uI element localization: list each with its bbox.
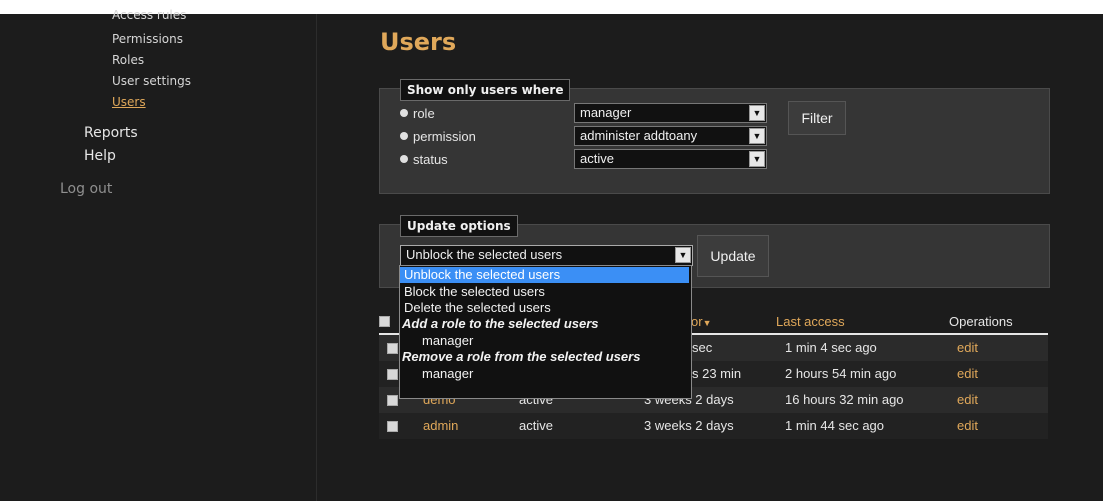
permission-select[interactable]: administer addtoany ▼ [574, 126, 767, 146]
chevron-down-icon: ▼ [675, 247, 691, 263]
filter-label-role: role [413, 106, 435, 121]
member-for-cell: sec [692, 340, 713, 355]
option-unblock-users[interactable]: Unblock the selected users [400, 267, 689, 283]
chevron-down-icon: ▼ [749, 128, 765, 144]
edit-link[interactable]: edit [957, 366, 978, 381]
column-header-operations: Operations [949, 314, 1013, 329]
option-block-users[interactable]: Block the selected users [400, 284, 689, 300]
logout-link[interactable]: Log out [60, 181, 112, 197]
edit-link[interactable]: edit [957, 418, 978, 433]
sidebar-item-roles[interactable]: Roles [112, 53, 144, 67]
row-checkbox[interactable] [387, 421, 398, 432]
sidebar-item-user-settings[interactable]: User settings [112, 74, 191, 88]
status-select[interactable]: active ▼ [574, 149, 767, 169]
role-radio[interactable] [400, 109, 408, 117]
filter-button[interactable]: Filter [788, 101, 846, 135]
select-all-checkbox[interactable] [379, 316, 390, 327]
edit-link[interactable]: edit [957, 340, 978, 355]
status-radio[interactable] [400, 155, 408, 163]
sidebar-item-access-rules[interactable]: Access rules [112, 8, 186, 22]
last-access-cell: 1 min 44 sec ago [785, 418, 885, 433]
sidebar-item-reports[interactable]: Reports [84, 125, 138, 141]
filter-panel: Show only users where role is permission… [379, 79, 1050, 194]
column-header-last-access[interactable]: Last access [776, 314, 845, 329]
option-remove-role-manager[interactable]: manager [400, 366, 473, 382]
update-button[interactable]: Update [697, 235, 769, 277]
sidebar-item-permissions[interactable]: Permissions [112, 32, 183, 46]
role-select[interactable]: manager ▼ [574, 103, 767, 123]
row-checkbox[interactable] [387, 369, 398, 380]
status-cell: active [519, 418, 553, 433]
last-access-cell: 16 hours 32 min ago [785, 392, 904, 407]
member-for-cell: s 23 min [692, 366, 742, 381]
option-group-add-role: Add a role to the selected users [402, 316, 599, 331]
filter-row-permission: permission [400, 128, 590, 148]
member-for-cell: 3 weeks 2 days [644, 418, 734, 433]
row-checkbox[interactable] [387, 343, 398, 354]
permission-select-value: administer addtoany [580, 128, 698, 143]
sidebar-item-users[interactable]: Users [112, 95, 146, 109]
sidebar-item-help[interactable]: Help [84, 148, 116, 164]
option-group-remove-role: Remove a role from the selected users [402, 349, 641, 364]
member-for-label: or [691, 314, 703, 329]
update-action-select[interactable]: Unblock the selected users ▼ [400, 245, 693, 266]
update-action-dropdown: Unblock the selected users Block the sel… [399, 265, 692, 399]
filter-row-status: status [400, 151, 590, 171]
sidebar: Access rules Permissions Roles User sett… [0, 8, 317, 501]
sort-desc-icon: ▼ [702, 318, 712, 328]
option-delete-users[interactable]: Delete the selected users [400, 300, 689, 316]
chevron-down-icon: ▼ [749, 105, 765, 121]
last-access-cell: 1 min 4 sec ago [785, 340, 877, 355]
edit-link[interactable]: edit [957, 392, 978, 407]
page-title: Users [380, 28, 457, 56]
update-legend: Update options [400, 215, 518, 237]
username-link[interactable]: admin [423, 418, 458, 433]
last-access-cell: 2 hours 54 min ago [785, 366, 897, 381]
row-checkbox[interactable] [387, 395, 398, 406]
option-add-role-manager[interactable]: manager [400, 333, 473, 349]
status-select-value: active [580, 151, 614, 166]
filter-label-status: status [413, 152, 448, 167]
main-content: Users Show only users where role is perm… [317, 14, 1103, 501]
chevron-down-icon: ▼ [749, 151, 765, 167]
column-header-member-for[interactable]: or▼ [691, 314, 711, 329]
role-select-value: manager [580, 105, 632, 120]
filter-legend: Show only users where [400, 79, 571, 101]
permission-radio[interactable] [400, 132, 408, 140]
update-action-value: Unblock the selected users [406, 247, 563, 262]
filter-label-permission: permission [413, 129, 476, 144]
table-row: admin active 3 weeks 2 days 1 min 44 sec… [379, 413, 1048, 439]
